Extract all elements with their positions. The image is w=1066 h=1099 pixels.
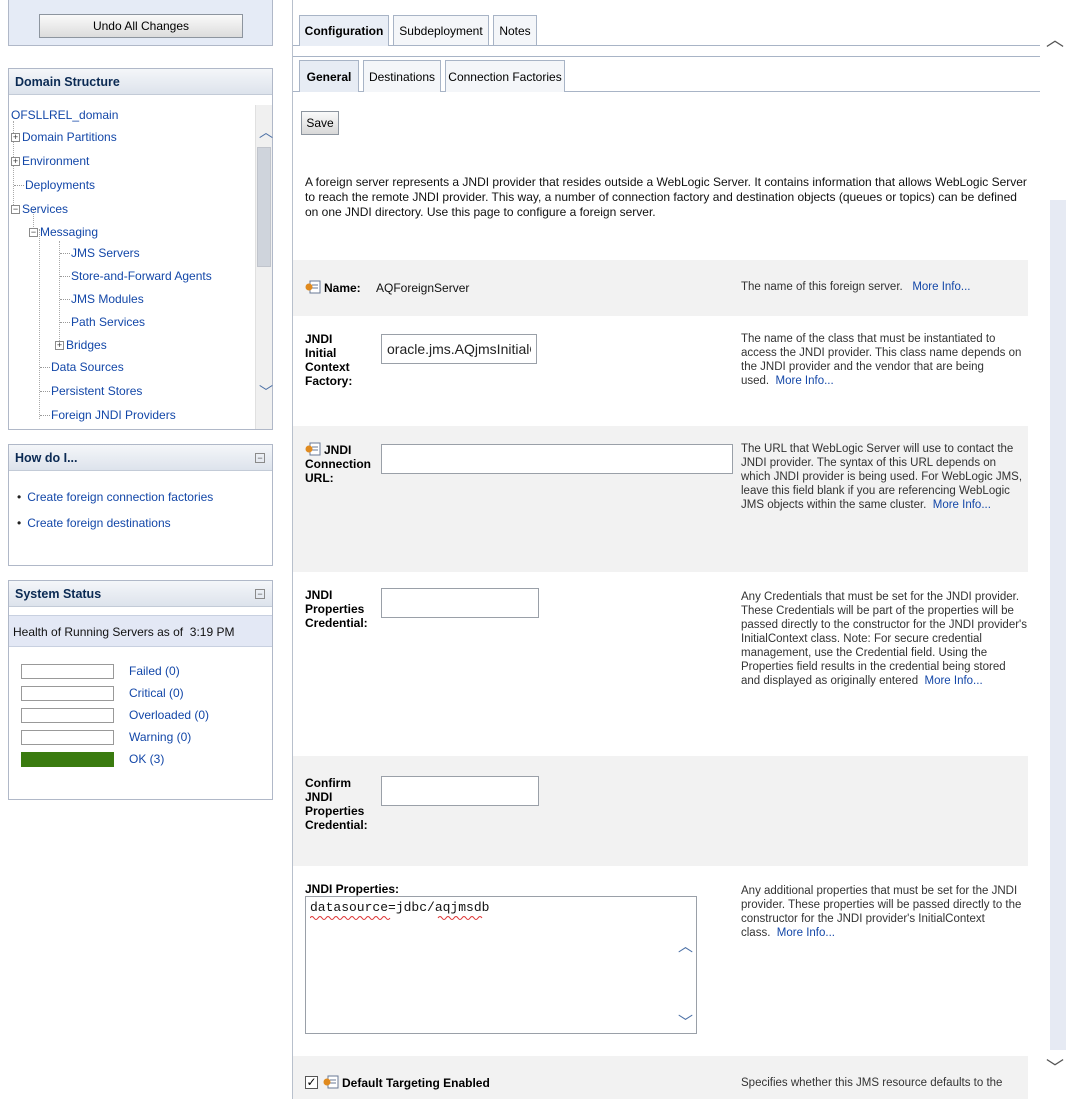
save-button[interactable]: Save: [301, 111, 339, 135]
tree-item-messaging[interactable]: − Messaging: [29, 225, 98, 240]
undo-all-changes-button[interactable]: Undo All Changes: [39, 14, 243, 38]
properties-credential-label: JNDI Properties Credential:: [305, 588, 368, 630]
expand-icon[interactable]: +: [11, 133, 20, 143]
tree-item-bridges[interactable]: + Bridges: [55, 338, 107, 353]
tab-notes[interactable]: Notes: [493, 15, 537, 45]
collapse-icon[interactable]: −: [255, 453, 265, 463]
default-targeting-label: Default Targeting Enabled: [342, 1076, 490, 1090]
tab-configuration[interactable]: Configuration: [299, 15, 389, 46]
initial-context-factory-help: The name of the class that must be insta…: [741, 333, 1022, 387]
chevron-up-icon[interactable]: ︿: [1046, 26, 1064, 52]
more-info-link[interactable]: More Info...: [776, 375, 834, 387]
health-time: 3:19 PM: [189, 625, 235, 639]
field-edit-icon: [305, 280, 321, 294]
tree-item-foreign-jndi-providers[interactable]: Foreign JNDI Providers: [40, 408, 176, 423]
field-edit-icon: [305, 442, 321, 456]
page-scroll-thumb[interactable]: [1050, 200, 1066, 1050]
chevron-down-icon[interactable]: ﹀: [259, 385, 273, 399]
name-label: Name:: [324, 281, 361, 295]
collapse-icon[interactable]: −: [29, 228, 38, 238]
chevron-down-icon[interactable]: ﹀: [678, 1011, 693, 1032]
system-status-panel: System Status − Health of Running Server…: [8, 580, 273, 800]
connection-url-row: JNDI Connection URL: The URL that WebLog…: [293, 426, 1028, 572]
system-status-title: System Status: [9, 581, 272, 607]
more-info-link[interactable]: More Info...: [924, 675, 982, 687]
tree-item-environment[interactable]: + Environment: [11, 154, 89, 169]
page-scrollbar[interactable]: ︿ ﹀: [1040, 0, 1066, 1099]
tab-connection-factories[interactable]: Connection Factories: [445, 60, 565, 92]
expand-icon[interactable]: +: [55, 341, 64, 351]
more-info-link[interactable]: More Info...: [777, 927, 835, 939]
textarea-scrollbar[interactable]: ︿ ﹀: [674, 897, 696, 1033]
field-edit-icon: [323, 1075, 339, 1089]
connection-url-help: The URL that WebLogic Server will use to…: [741, 443, 1023, 511]
chevron-up-icon[interactable]: ︿: [259, 125, 273, 139]
jndi-properties-help: Any additional properties that must be s…: [741, 885, 1022, 939]
tree-item-jms-servers[interactable]: JMS Servers: [60, 246, 140, 261]
more-info-link[interactable]: More Info...: [912, 281, 970, 293]
domain-structure-panel: Domain Structure OFSLLREL_domain + Domain…: [8, 68, 273, 430]
tree-item-persistent-stores[interactable]: Persistent Stores: [40, 384, 142, 399]
collapse-icon[interactable]: −: [255, 589, 265, 599]
properties-credential-input[interactable]: [381, 588, 539, 618]
jndi-properties-value[interactable]: datasource=jdbc/aqjmsdb: [310, 900, 489, 915]
confirm-credential-label: Confirm JNDI Properties Credential:: [305, 776, 368, 832]
more-info-link[interactable]: More Info...: [933, 499, 991, 511]
how-do-i-title: How do I...: [9, 445, 272, 471]
tab-subdeployment[interactable]: Subdeployment: [393, 15, 489, 45]
properties-credential-help: Any Credentials that must be set for the…: [741, 591, 1027, 687]
tab-destinations[interactable]: Destinations: [363, 60, 441, 92]
status-bar: [21, 664, 114, 679]
status-bar-ok: [21, 752, 114, 767]
tree-item-data-sources[interactable]: Data Sources: [40, 360, 124, 375]
jndi-properties-row: JNDI Properties: datasource=jdbc/aqjmsdb…: [293, 870, 1028, 1046]
status-bar: [21, 686, 114, 701]
name-row: Name: AQForeignServer The name of this f…: [293, 260, 1028, 316]
initial-context-factory-row: JNDI Initial Context Factory: The name o…: [293, 316, 1028, 426]
sub-tabs: General Destinations Connection Factorie…: [293, 56, 1041, 92]
tree-item-domain-partitions[interactable]: + Domain Partitions: [11, 130, 117, 145]
how-do-i-panel: How do I... − • Create foreign connection…: [8, 444, 273, 566]
properties-credential-row: JNDI Properties Credential: Any Credenti…: [293, 572, 1028, 756]
undo-area: Undo All Changes: [8, 0, 273, 46]
initial-context-factory-input[interactable]: [381, 334, 537, 364]
status-bar: [21, 730, 114, 745]
initial-context-factory-label: JNDI Initial Context Factory:: [305, 332, 353, 388]
default-targeting-row: ✓ Default Targeting Enabled Specifies wh…: [293, 1056, 1028, 1099]
health-summary: Health of Running Servers as of 3:19 PM: [9, 615, 272, 647]
tab-general[interactable]: General: [299, 60, 359, 92]
connection-url-label: JNDI: [324, 443, 352, 457]
domain-tree: OFSLLREL_domain + Domain Partitions + Envi…: [9, 105, 254, 429]
status-bar: [21, 708, 114, 723]
main-content: Configuration Subdeployment Notes Genera…: [292, 0, 1041, 1099]
tree-item-domain[interactable]: OFSLLREL_domain: [11, 108, 118, 123]
link-create-foreign-destinations[interactable]: • Create foreign destinations: [17, 515, 213, 541]
tree-item-services[interactable]: − Services: [11, 202, 68, 217]
confirm-credential-row: Confirm JNDI Properties Credential:: [293, 756, 1028, 866]
default-targeting-checkbox[interactable]: ✓: [305, 1076, 318, 1089]
connection-url-input[interactable]: [381, 444, 733, 474]
tree-item-saf-agents[interactable]: Store-and-Forward Agents: [60, 269, 212, 284]
default-targeting-help: Specifies whether this JMS resource defa…: [741, 1077, 1003, 1089]
confirm-credential-input[interactable]: [381, 776, 539, 806]
jndi-properties-textarea[interactable]: datasource=jdbc/aqjmsdb ︿ ﹀: [305, 896, 697, 1034]
tree-scrollbar[interactable]: ︿ ﹀: [255, 105, 273, 429]
jndi-properties-label: JNDI Properties:: [305, 882, 400, 896]
chevron-down-icon[interactable]: ﹀: [1046, 1054, 1064, 1080]
collapse-icon[interactable]: −: [11, 205, 20, 215]
expand-icon[interactable]: +: [11, 157, 20, 167]
name-help: The name of this foreign server. More In…: [741, 281, 971, 293]
tree-item-deployments[interactable]: Deployments: [14, 178, 95, 193]
config-tabs: Configuration Subdeployment Notes: [293, 0, 1041, 46]
link-create-foreign-connection-factories[interactable]: • Create foreign connection factories: [17, 489, 213, 515]
spellcheck-underline: [310, 916, 483, 920]
tree-scroll-thumb[interactable]: [257, 147, 271, 267]
intro-text: A foreign server represents a JNDI provi…: [305, 175, 1027, 219]
tree-item-jms-modules[interactable]: JMS Modules: [60, 292, 144, 307]
domain-structure-title: Domain Structure: [9, 69, 272, 95]
tree-item-path-services[interactable]: Path Services: [60, 315, 145, 330]
name-value: AQForeignServer: [376, 281, 470, 295]
chevron-up-icon[interactable]: ︿: [678, 935, 693, 956]
